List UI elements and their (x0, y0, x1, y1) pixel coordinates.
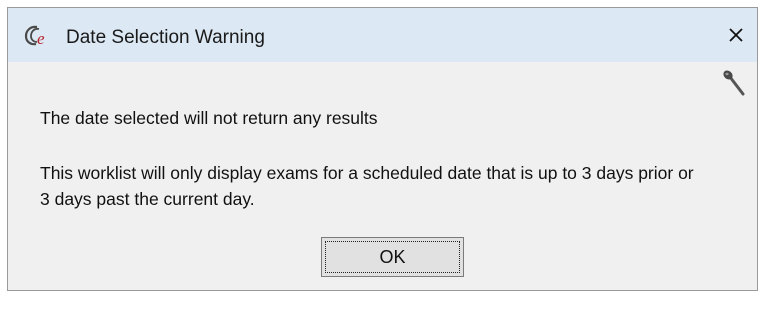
dialog-titlebar: e Date Selection Warning (8, 8, 757, 62)
ok-button-label: OK (325, 241, 460, 273)
message-secondary: This worklist will only display exams fo… (40, 163, 694, 209)
ok-button[interactable]: OK (321, 237, 464, 277)
epic-e-icon: e (24, 24, 54, 48)
close-button[interactable] (721, 20, 751, 50)
close-icon (729, 28, 743, 42)
message-primary: The date selected will not return any re… (40, 108, 378, 128)
svg-text:e: e (37, 29, 45, 48)
warning-dialog: e Date Selection Warning The date select… (7, 7, 758, 291)
dialog-title: Date Selection Warning (66, 27, 265, 48)
microphone-icon[interactable] (721, 68, 747, 98)
